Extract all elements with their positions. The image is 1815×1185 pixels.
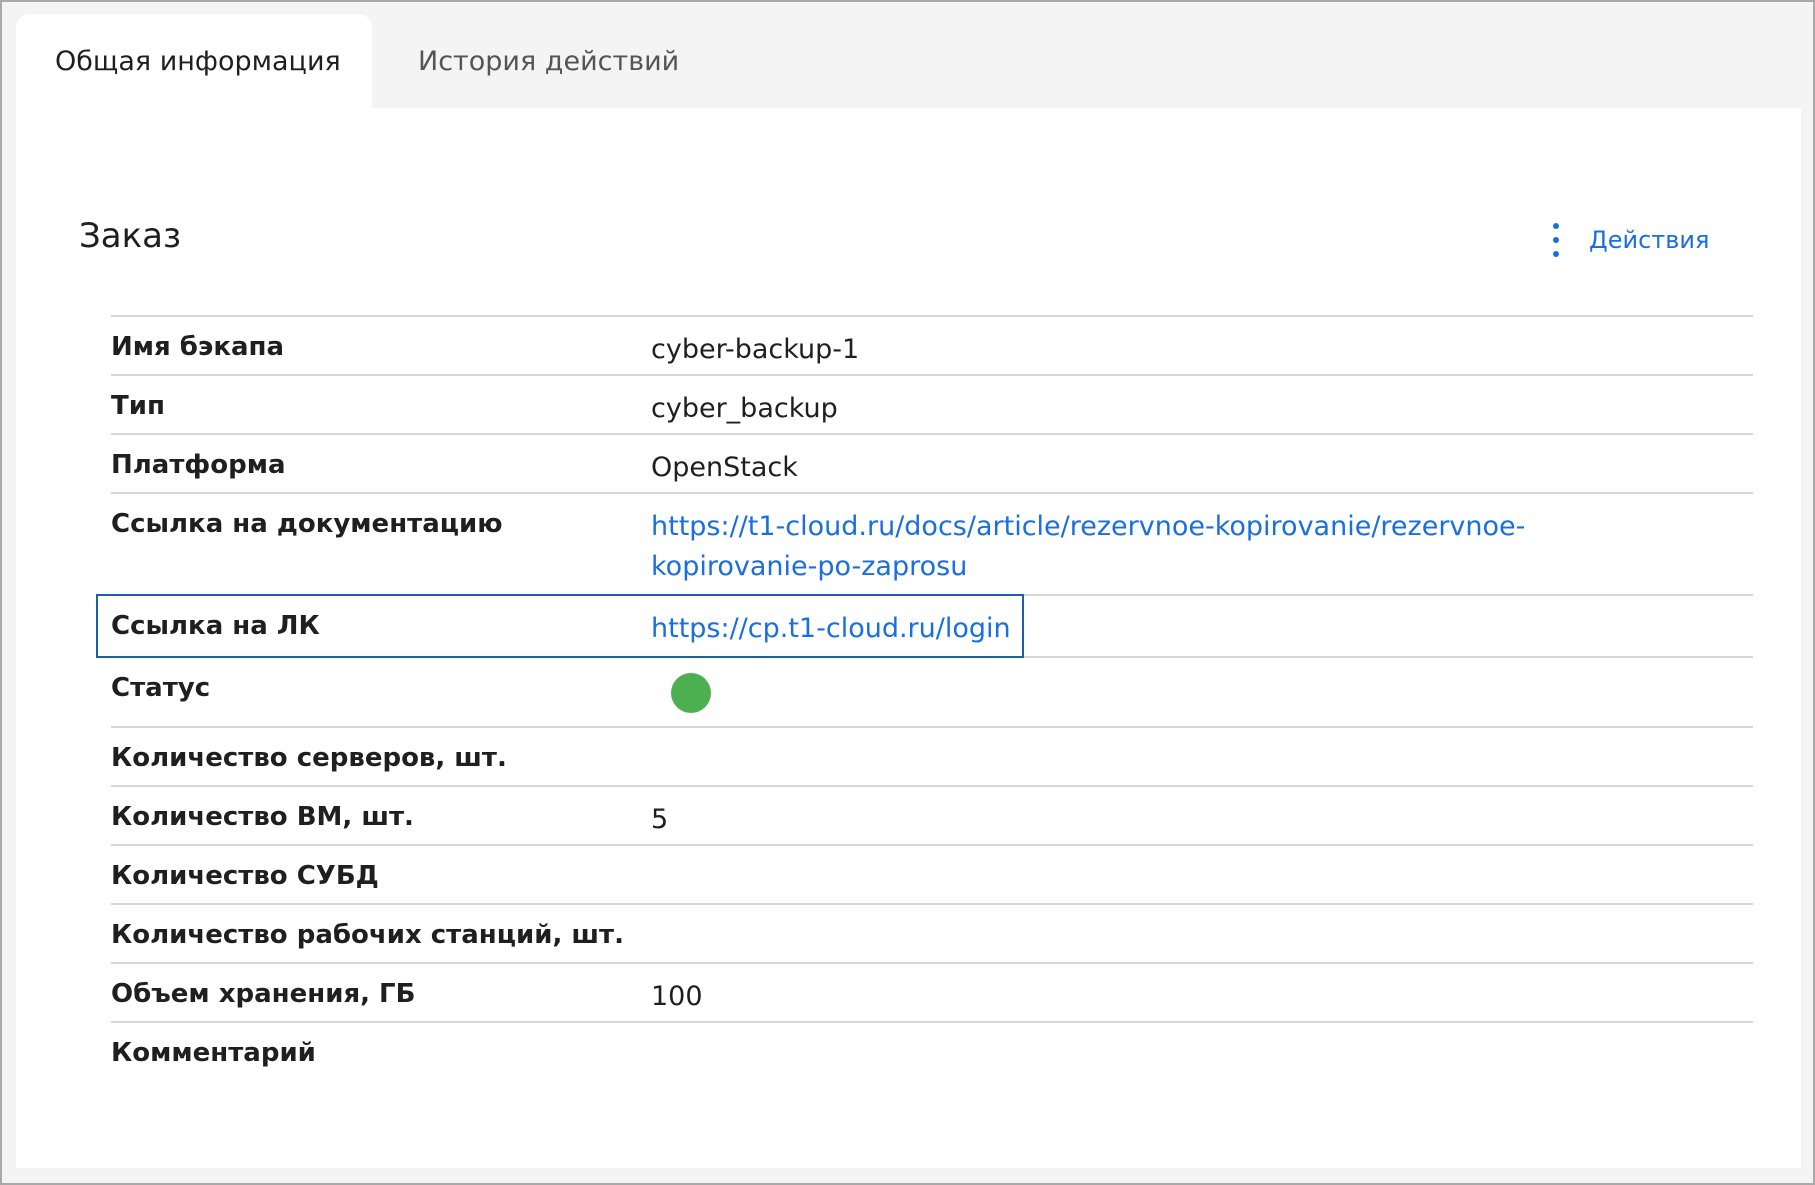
row-value: 5 <box>651 804 669 835</box>
row-label: Имя бэкапа <box>111 332 285 362</box>
tab-bar: Общая информация История действий <box>16 14 679 108</box>
table-row-lk-link: Ссылка на ЛК https://cp.t1-cloud.ru/logi… <box>96 594 1753 658</box>
row-value: OpenStack <box>651 452 798 483</box>
row-label: Объем хранения, ГБ <box>111 979 416 1009</box>
row-label: Комментарий <box>111 1038 316 1068</box>
section-title: Заказ <box>79 216 182 256</box>
row-label: Ссылка на документацию <box>111 509 503 539</box>
table-row-servers-count: Количество серверов, шт. <box>111 728 1753 787</box>
kebab-menu-icon <box>1551 223 1561 257</box>
table-row-comment: Комментарий <box>111 1023 1753 1082</box>
actions-button[interactable]: Действия <box>1551 220 1709 260</box>
row-value <box>651 1023 1753 1082</box>
row-value: 100 <box>651 981 703 1012</box>
row-label: Количество СУБД <box>111 861 379 891</box>
status-indicator-icon <box>671 673 711 713</box>
row-label: Тип <box>111 391 165 421</box>
row-value <box>651 846 1753 903</box>
window-frame: Общая информация История действий Заказ … <box>0 0 1815 1185</box>
table-row-dbms-count: Количество СУБД <box>111 846 1753 905</box>
row-label: Статус <box>111 673 211 703</box>
docs-link[interactable]: https://t1-cloud.ru/docs/article/rezervn… <box>651 494 1753 594</box>
tab-general-info-label: Общая информация <box>55 45 341 77</box>
row-label: Количество рабочих станций, шт. <box>111 920 624 950</box>
row-value <box>651 905 1753 962</box>
lk-link[interactable]: https://cp.t1-cloud.ru/login <box>651 596 1753 656</box>
row-value <box>651 658 1753 726</box>
table-row-type: Тип cyber_backup <box>111 376 1753 435</box>
table-row-status: Статус <box>111 658 1753 728</box>
row-label: Ссылка на ЛК <box>111 611 320 641</box>
docs-link-line-2: kopirovanie-po-zaprosu <box>651 551 968 582</box>
content-panel: Заказ Действия Имя бэкапа cyber-backup-1… <box>16 108 1801 1168</box>
row-label: Платформа <box>111 450 286 480</box>
table-row-platform: Платформа OpenStack <box>111 435 1753 494</box>
row-value <box>651 728 1753 785</box>
table-row-docs-link: Ссылка на документацию https://t1-cloud.… <box>111 494 1753 596</box>
row-label: Количество ВМ, шт. <box>111 802 414 832</box>
tab-general-info[interactable]: Общая информация <box>16 14 372 108</box>
table-row-backup-name: Имя бэкапа cyber-backup-1 <box>111 317 1753 376</box>
docs-link-line-1: https://t1-cloud.ru/docs/article/rezervn… <box>651 511 1526 542</box>
row-value: cyber-backup-1 <box>651 334 860 365</box>
row-value: cyber_backup <box>651 393 838 424</box>
row-label: Количество серверов, шт. <box>111 743 507 773</box>
table-row-workstations-count: Количество рабочих станций, шт. <box>111 905 1753 964</box>
table-row-vm-count: Количество ВМ, шт. 5 <box>111 787 1753 846</box>
actions-label: Действия <box>1589 226 1710 254</box>
details-table: Имя бэкапа cyber-backup-1 Тип cyber_back… <box>96 315 1753 1082</box>
tab-action-history-label: История действий <box>418 45 680 77</box>
table-row-storage-volume: Объем хранения, ГБ 100 <box>111 964 1753 1023</box>
tab-action-history[interactable]: История действий <box>372 14 679 108</box>
